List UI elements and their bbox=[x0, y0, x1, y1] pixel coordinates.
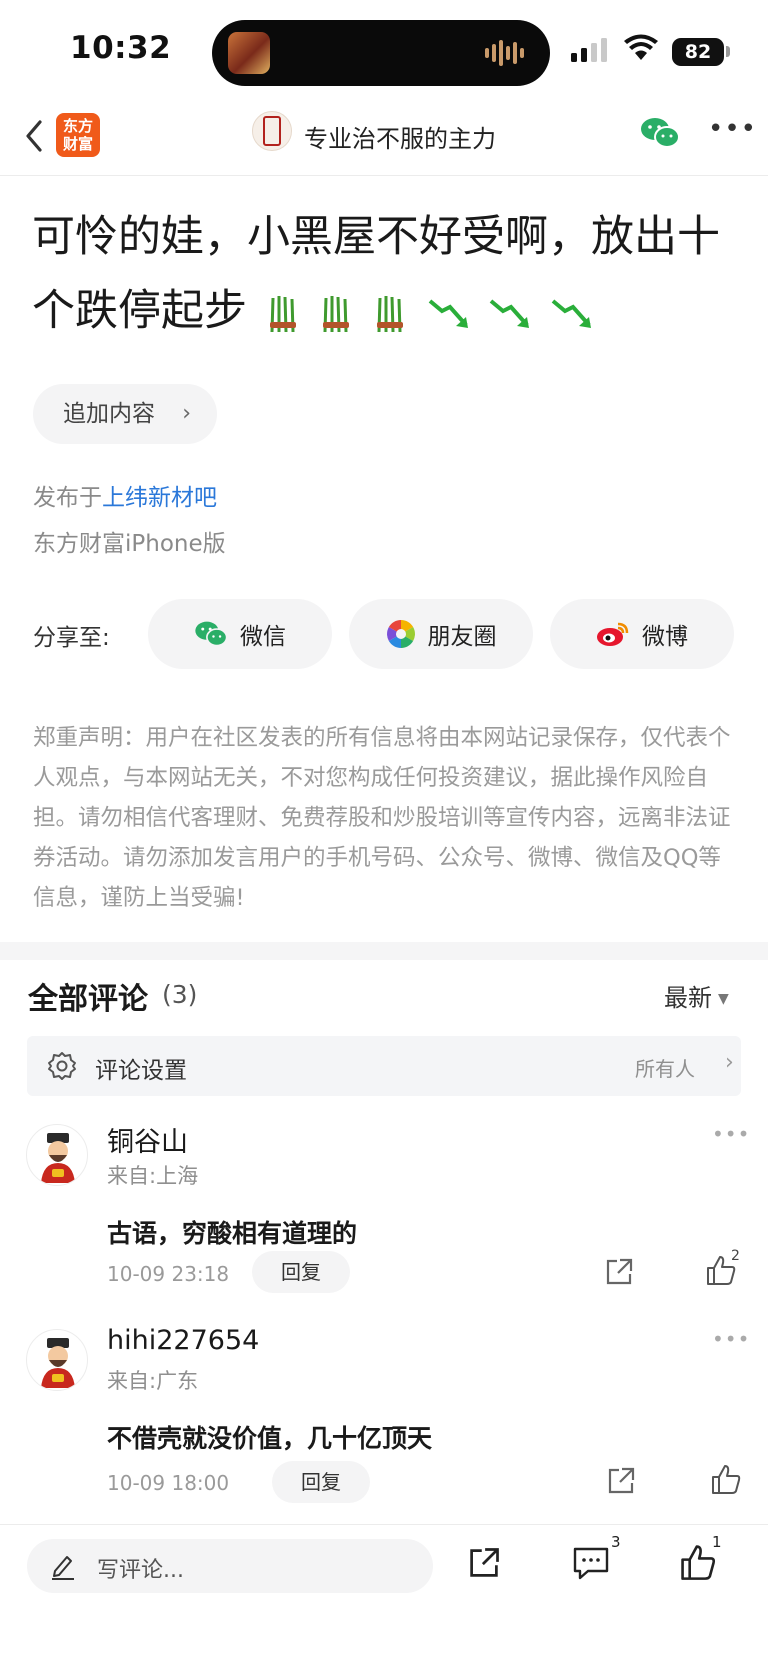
app-logo-line1: 东方 bbox=[62, 117, 93, 135]
audio-wave-icon bbox=[485, 40, 524, 66]
comment-text: 古语，穷酸相有道理的 bbox=[107, 1219, 358, 1248]
comment-time: 10-09 18:00 bbox=[107, 1471, 230, 1495]
chevron-right-icon: › bbox=[725, 1050, 734, 1075]
share-label: 分享至: bbox=[33, 625, 110, 651]
battery-indicator: 82 bbox=[672, 38, 724, 66]
published-prefix: 发布于 bbox=[33, 485, 102, 511]
caret-down-icon: ▼ bbox=[718, 991, 729, 1007]
status-time: 10:32 bbox=[70, 30, 172, 66]
comment-icon[interactable] bbox=[572, 1545, 610, 1581]
share-moments-button[interactable]: 朋友圈 bbox=[349, 599, 533, 669]
chevron-right-icon: › bbox=[182, 401, 191, 426]
write-comment-placeholder: 写评论... bbox=[97, 1558, 184, 1583]
comment-text: 不借壳就没价值，几十亿顶天 bbox=[107, 1424, 433, 1453]
post-title: 可怜的娃，小黑屋不好受啊，放出十个跌停起步 bbox=[32, 200, 744, 348]
sort-label: 最新 bbox=[664, 984, 712, 1012]
more-options-icon[interactable]: ••• bbox=[708, 114, 757, 144]
thumbs-up-icon[interactable] bbox=[680, 1543, 716, 1581]
top-nav-bar: 东方 财富 专业治不服的主力 ••• bbox=[0, 100, 768, 176]
comment-location: 来自:上海 bbox=[107, 1164, 199, 1188]
comment-settings-row[interactable]: 评论设置 所有人 › bbox=[27, 1036, 741, 1096]
comment-permission-value: 所有人 bbox=[635, 1057, 695, 1081]
share-wechat-button[interactable]: 微信 bbox=[148, 599, 332, 669]
battery-tip bbox=[726, 46, 730, 57]
comment-count-badge: 3 bbox=[611, 1533, 621, 1551]
share-icon[interactable] bbox=[466, 1545, 502, 1581]
gear-icon bbox=[48, 1052, 76, 1080]
app-logo-line2: 财富 bbox=[62, 135, 93, 153]
reply-button[interactable]: 回复 bbox=[252, 1251, 350, 1293]
share-icon[interactable] bbox=[603, 1256, 635, 1288]
leek-emoji-icon bbox=[269, 295, 296, 332]
leek-emoji-icon bbox=[377, 295, 404, 332]
share-wechat-label: 微信 bbox=[240, 624, 286, 650]
comment-settings-label: 评论设置 bbox=[95, 1058, 187, 1084]
share-icon[interactable] bbox=[605, 1465, 637, 1497]
comment-time: 10-09 23:18 bbox=[107, 1262, 230, 1286]
author-avatar[interactable] bbox=[252, 111, 292, 151]
wechat-share-icon[interactable] bbox=[640, 116, 680, 150]
write-comment-input[interactable]: 写评论... bbox=[27, 1539, 433, 1593]
fortune-god-avatar-icon bbox=[41, 1133, 75, 1183]
author-name[interactable]: 专业治不服的主力 bbox=[304, 119, 496, 154]
wechat-icon bbox=[195, 621, 228, 647]
app-logo[interactable]: 东方 财富 bbox=[56, 113, 100, 157]
share-weibo-button[interactable]: 微博 bbox=[550, 599, 734, 669]
wifi-icon bbox=[624, 34, 658, 60]
downtrend-emoji-icon bbox=[551, 298, 592, 328]
comment-username[interactable]: hihi227654 bbox=[107, 1325, 259, 1356]
leek-emoji-icon bbox=[323, 295, 350, 332]
comment-username[interactable]: 铜谷山 bbox=[107, 1120, 188, 1159]
section-divider bbox=[0, 942, 768, 960]
cellular-signal-icon bbox=[571, 38, 607, 62]
comments-title: 全部评论 bbox=[28, 982, 148, 1017]
dynamic-island bbox=[212, 20, 550, 86]
like-count-badge: 1 bbox=[712, 1533, 722, 1551]
add-content-label: 追加内容 bbox=[63, 401, 155, 427]
share-weibo-label: 微博 bbox=[642, 624, 688, 650]
bottom-action-bar: 写评论... 3 1 bbox=[0, 1524, 768, 1665]
downtrend-emoji-icon bbox=[490, 298, 530, 328]
downtrend-emoji-icon bbox=[428, 298, 468, 328]
comment-more-icon[interactable]: ••• bbox=[712, 1327, 750, 1351]
legal-disclaimer: 郑重声明：用户在社区发表的所有信息将由本网站记录保存，仅代表个人观点，与本网站无… bbox=[33, 725, 731, 911]
comments-count: (3) bbox=[162, 980, 198, 1009]
status-bar: 10:32 82 bbox=[0, 0, 768, 100]
user-avatar[interactable] bbox=[26, 1124, 88, 1186]
user-avatar[interactable] bbox=[26, 1329, 88, 1391]
moments-icon bbox=[386, 620, 415, 648]
weibo-icon bbox=[597, 622, 629, 646]
add-content-button[interactable]: 追加内容 › bbox=[33, 384, 217, 444]
comment-more-icon[interactable]: ••• bbox=[712, 1122, 750, 1146]
thumbs-up-icon[interactable] bbox=[711, 1463, 741, 1495]
seal-icon bbox=[263, 116, 281, 146]
fortune-god-avatar-icon bbox=[41, 1338, 75, 1388]
stock-bar-link[interactable]: 上纬新材吧 bbox=[102, 485, 217, 511]
comment-location: 来自:广东 bbox=[107, 1369, 199, 1393]
pencil-icon bbox=[52, 1556, 74, 1580]
published-in: 发布于上纬新材吧 bbox=[33, 478, 217, 512]
now-playing-artwork bbox=[228, 32, 270, 74]
back-icon[interactable] bbox=[20, 116, 50, 156]
share-moments-label: 朋友圈 bbox=[427, 624, 497, 650]
like-count: 2 bbox=[731, 1248, 740, 1264]
sort-dropdown[interactable]: 最新 ▼ bbox=[664, 978, 729, 1013]
reply-button[interactable]: 回复 bbox=[272, 1461, 370, 1503]
post-device: 东方财富iPhone版 bbox=[33, 531, 226, 557]
